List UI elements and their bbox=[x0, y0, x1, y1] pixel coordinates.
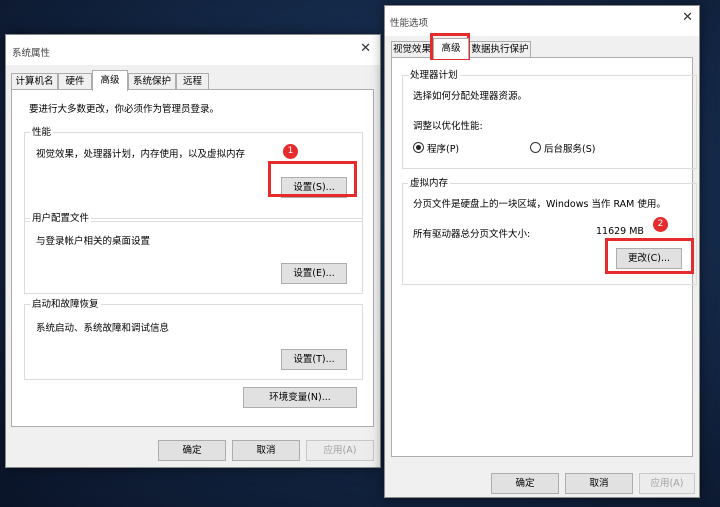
virtual-memory-desc: 分页文件是硬盘上的一块区域，Windows 当作 RAM 使用。 bbox=[413, 199, 666, 210]
performance-label: 性能 bbox=[30, 127, 54, 139]
ok-button[interactable]: 确定 bbox=[491, 473, 559, 494]
tab-system-protection[interactable]: 系统保护 bbox=[128, 73, 176, 90]
cancel-button[interactable]: 取消 bbox=[232, 440, 300, 461]
step-badge-1: 1 bbox=[283, 144, 298, 159]
startup-recovery-label: 启动和故障恢复 bbox=[30, 299, 101, 311]
ok-button[interactable]: 确定 bbox=[158, 440, 226, 461]
admin-note: 要进行大多数更改，你必须作为管理员登录。 bbox=[29, 104, 220, 115]
user-profiles-group: 用户配置文件 与登录帐户相关的桌面设置 设置(E)... bbox=[24, 213, 363, 294]
tab-remote[interactable]: 远程 bbox=[176, 73, 209, 90]
apply-button[interactable]: 应用(A) bbox=[306, 440, 374, 461]
title-bar[interactable]: 性能选项 ✕ bbox=[385, 6, 699, 36]
environment-variables-button[interactable]: 环境变量(N)... bbox=[243, 387, 357, 408]
tab-panel: 要进行大多数更改，你必须作为管理员登录。 性能 视觉效果，处理器计划，内存使用，… bbox=[11, 89, 374, 427]
tab-hardware[interactable]: 硬件 bbox=[58, 73, 92, 90]
close-icon[interactable]: ✕ bbox=[360, 42, 371, 55]
total-paging-file-label: 所有驱动器总分页文件大小: bbox=[413, 229, 531, 240]
background-services-radio-label[interactable]: 后台服务(S) bbox=[544, 141, 595, 155]
processor-scheduling-desc: 选择如何分配处理器资源。 bbox=[413, 91, 528, 102]
tab-visual-effects[interactable]: 视觉效果 bbox=[391, 41, 433, 58]
highlight-box-2 bbox=[605, 238, 694, 274]
tab-data-execution-prevention[interactable]: 数据执行保护 bbox=[469, 41, 531, 58]
startup-recovery-group: 启动和故障恢复 系统启动、系统故障和调试信息 设置(T)... bbox=[24, 299, 363, 380]
tab-advanced[interactable]: 高级 bbox=[92, 70, 128, 91]
startup-recovery-desc: 系统启动、系统故障和调试信息 bbox=[36, 323, 170, 334]
title-bar[interactable]: 系统属性 ✕ bbox=[6, 35, 380, 65]
performance-desc: 视觉效果，处理器计划，内存使用，以及虚拟内存 bbox=[36, 149, 246, 160]
window-title: 系统属性 bbox=[12, 48, 51, 59]
adjust-performance-label: 调整以优化性能: bbox=[413, 121, 483, 132]
processor-scheduling-group: 处理器计划 选择如何分配处理器资源。 调整以优化性能: 程序(P) 后台服务(S… bbox=[402, 70, 697, 169]
radio-selected-dot bbox=[416, 145, 421, 150]
cancel-button[interactable]: 取消 bbox=[565, 473, 633, 494]
virtual-memory-label: 虚拟内存 bbox=[408, 178, 451, 190]
window-title: 性能选项 bbox=[390, 18, 429, 29]
total-paging-file-value: 11629 MB bbox=[596, 226, 644, 237]
processor-scheduling-label: 处理器计划 bbox=[408, 70, 460, 82]
user-profiles-settings-button[interactable]: 设置(E)... bbox=[281, 263, 347, 284]
user-profiles-desc: 与登录帐户相关的桌面设置 bbox=[36, 236, 151, 247]
highlight-box-1 bbox=[268, 161, 357, 197]
close-icon[interactable]: ✕ bbox=[682, 11, 693, 24]
background-services-radio[interactable] bbox=[530, 142, 541, 153]
programs-radio[interactable] bbox=[413, 142, 424, 153]
programs-radio-label[interactable]: 程序(P) bbox=[427, 141, 459, 155]
tab-advanced[interactable]: 高级 bbox=[433, 38, 469, 59]
startup-settings-button[interactable]: 设置(T)... bbox=[281, 349, 347, 370]
user-profiles-label: 用户配置文件 bbox=[30, 213, 92, 225]
apply-button[interactable]: 应用(A) bbox=[639, 473, 695, 494]
step-badge-2: 2 bbox=[653, 217, 668, 232]
tab-computer-name[interactable]: 计算机名 bbox=[11, 73, 58, 90]
system-properties-window: 系统属性 ✕ 计算机名 硬件 高级 系统保护 远程 要进行大多数更改，你必须作为… bbox=[5, 34, 381, 468]
